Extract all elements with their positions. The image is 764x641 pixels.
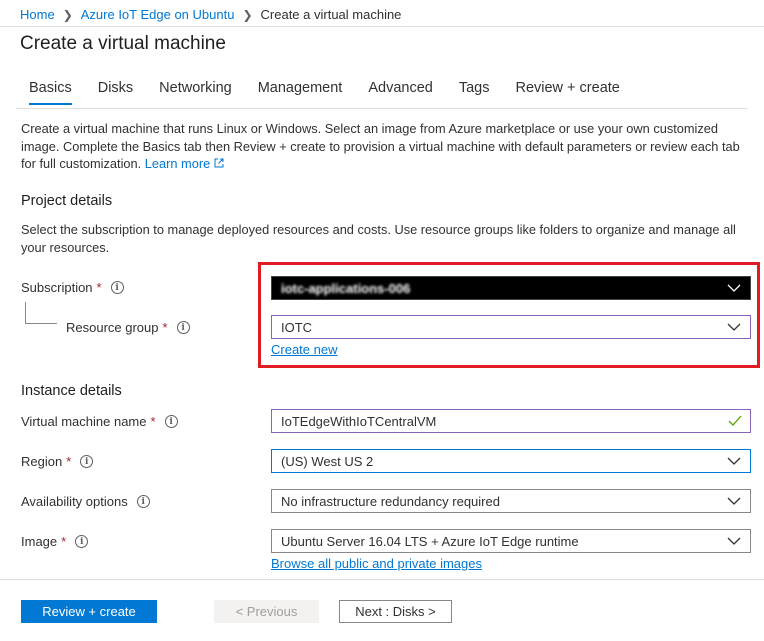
project-details-heading: Project details bbox=[21, 193, 113, 209]
vm-name-label-text: Virtual machine name bbox=[21, 414, 147, 429]
page-title: Create a virtual machine bbox=[20, 33, 226, 54]
region-label-text: Region bbox=[21, 454, 63, 469]
tab-disks[interactable]: Disks bbox=[85, 80, 146, 105]
intro-text: Create a virtual machine that runs Linux… bbox=[21, 120, 751, 173]
required-marker: * bbox=[66, 454, 72, 469]
subscription-label-text: Subscription bbox=[21, 280, 93, 295]
chevron-right-icon: ❯ bbox=[62, 7, 73, 22]
image-label: Image * i bbox=[21, 534, 89, 549]
project-details-description: Select the subscription to manage deploy… bbox=[21, 222, 736, 255]
chevron-down-icon bbox=[727, 497, 741, 505]
availability-label-text: Availability options bbox=[21, 494, 128, 509]
info-icon[interactable]: i bbox=[164, 415, 178, 428]
region-select[interactable]: (US) West US 2 bbox=[271, 449, 751, 473]
vm-name-value: IoTEdgeWithIoTCentralVM bbox=[281, 413, 437, 429]
image-select[interactable]: Ubuntu Server 16.04 LTS + Azure IoT Edge… bbox=[271, 529, 751, 553]
tab-tags[interactable]: Tags bbox=[446, 80, 503, 105]
review-create-button[interactable]: Review + create bbox=[21, 600, 157, 623]
subscription-label: Subscription * i bbox=[21, 280, 124, 295]
tab-networking[interactable]: Networking bbox=[146, 80, 245, 105]
breadcrumb-azure-iot-edge-link[interactable]: Azure IoT Edge on Ubuntu bbox=[81, 7, 235, 22]
info-icon[interactable]: i bbox=[75, 535, 89, 548]
resource-group-label-text: Resource group bbox=[66, 320, 159, 335]
info-icon[interactable]: i bbox=[110, 281, 124, 294]
tab-strip: Basics Disks Networking Management Advan… bbox=[16, 80, 633, 105]
info-icon[interactable]: i bbox=[80, 455, 94, 468]
footer-divider bbox=[0, 579, 764, 580]
external-link-icon bbox=[214, 158, 224, 168]
required-marker: * bbox=[162, 320, 168, 335]
learn-more-label: Learn more bbox=[144, 156, 211, 171]
image-value: Ubuntu Server 16.04 LTS + Azure IoT Edge… bbox=[281, 533, 579, 549]
info-icon[interactable]: i bbox=[136, 495, 150, 508]
region-label: Region * i bbox=[21, 454, 94, 469]
tab-management[interactable]: Management bbox=[245, 80, 356, 105]
breadcrumb: Home ❯ Azure IoT Edge on Ubuntu ❯ Create… bbox=[20, 7, 401, 22]
intro-description: Create a virtual machine that runs Linux… bbox=[21, 121, 740, 171]
vm-name-input[interactable]: IoTEdgeWithIoTCentralVM bbox=[271, 409, 751, 433]
browse-images-link[interactable]: Browse all public and private images bbox=[271, 556, 482, 571]
required-marker: * bbox=[150, 414, 156, 429]
required-marker: * bbox=[96, 280, 102, 295]
checkmark-icon bbox=[728, 415, 742, 426]
chevron-down-icon bbox=[727, 457, 741, 465]
resource-group-label: Resource group * i bbox=[66, 320, 190, 335]
next-disks-button[interactable]: Next : Disks > bbox=[339, 600, 452, 623]
availability-options-label: Availability options i bbox=[21, 494, 150, 509]
tab-review-create[interactable]: Review + create bbox=[502, 80, 632, 105]
breadcrumb-current: Create a virtual machine bbox=[260, 7, 402, 22]
image-label-text: Image bbox=[21, 534, 58, 549]
highlight-box bbox=[258, 262, 760, 368]
instance-details-heading: Instance details bbox=[21, 383, 122, 399]
tab-divider bbox=[16, 108, 748, 109]
chevron-right-icon: ❯ bbox=[242, 7, 253, 22]
previous-button[interactable]: < Previous bbox=[214, 600, 319, 623]
required-marker: * bbox=[61, 534, 67, 549]
vm-name-label: Virtual machine name * i bbox=[21, 414, 178, 429]
info-icon[interactable]: i bbox=[176, 321, 190, 334]
learn-more-link[interactable]: Learn more bbox=[145, 156, 224, 171]
chevron-down-icon bbox=[727, 537, 741, 545]
availability-options-select[interactable]: No infrastructure redundancy required bbox=[271, 489, 751, 513]
tree-connector bbox=[25, 302, 57, 324]
availability-value: No infrastructure redundancy required bbox=[281, 493, 500, 509]
breadcrumb-home-link[interactable]: Home bbox=[20, 7, 55, 22]
region-value: (US) West US 2 bbox=[281, 453, 374, 469]
tab-advanced[interactable]: Advanced bbox=[355, 80, 446, 105]
tab-basics[interactable]: Basics bbox=[16, 80, 85, 105]
